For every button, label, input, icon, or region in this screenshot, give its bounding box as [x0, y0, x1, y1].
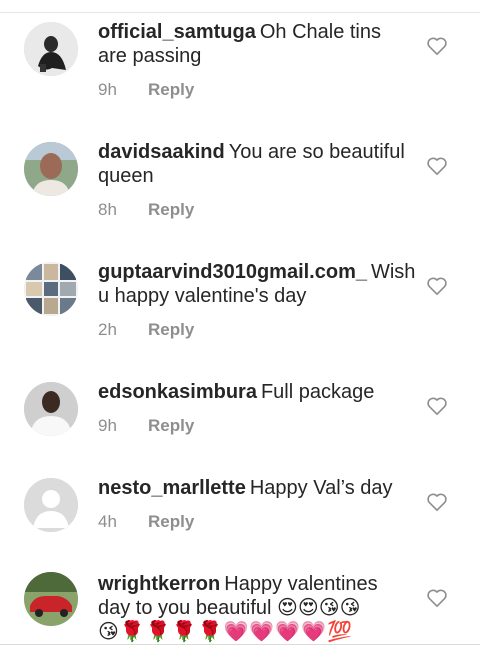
comment-text: nesto_marllette Happy Val’s day: [98, 476, 408, 500]
reply-button[interactable]: Reply: [148, 80, 194, 99]
comment-text: wrightkerron Happy valentines day to you …: [98, 572, 398, 644]
username[interactable]: nesto_marllette: [98, 477, 246, 499]
comment-text: guptaarvind3010gmail.com_ Wish u happy va…: [98, 260, 415, 308]
timestamp: 4h: [98, 512, 117, 531]
top-divider: [0, 0, 480, 13]
timestamp: 8h: [98, 200, 117, 219]
reply-button[interactable]: Reply: [148, 320, 194, 339]
reply-button[interactable]: Reply: [148, 512, 194, 531]
comment-body: Happy Val’s day: [249, 477, 393, 499]
username[interactable]: edsonkasimbura: [98, 381, 257, 403]
username[interactable]: official_samtuga: [98, 21, 256, 43]
heart-outline-icon[interactable]: [426, 36, 448, 56]
timestamp: 9h: [98, 80, 117, 99]
username[interactable]: wrightkerron: [98, 573, 220, 595]
username[interactable]: davidsaakind: [98, 141, 225, 163]
timestamp: 2h: [98, 320, 117, 339]
comment-body: Full package: [260, 381, 375, 403]
timestamp: 9h: [98, 416, 117, 435]
reply-button[interactable]: Reply: [148, 200, 194, 219]
avatar[interactable]: [24, 22, 78, 76]
bottom-divider: [0, 644, 480, 657]
heart-outline-icon[interactable]: [426, 492, 448, 512]
avatar[interactable]: [24, 478, 78, 532]
comment-text: edsonkasimbura Full package: [98, 380, 408, 404]
comment-text: official_samtuga Oh Chale tins are passin…: [98, 20, 408, 68]
comment-meta: 9h Reply: [98, 80, 194, 100]
comment-emoji-line: 😘🌹🌹🌹🌹💗💗💗💗💯: [98, 621, 353, 643]
comment-meta: 8h Reply: [98, 200, 194, 220]
comment-meta: 4h Reply: [98, 512, 194, 532]
reply-button[interactable]: Reply: [148, 416, 194, 435]
comment-text: davidsaakind You are so beautiful queen: [98, 140, 408, 188]
comment-meta: 9h Reply: [98, 416, 194, 436]
avatar[interactable]: [24, 262, 78, 316]
avatar[interactable]: [24, 142, 78, 196]
heart-outline-icon[interactable]: [426, 396, 448, 416]
username[interactable]: guptaarvind3010gmail.com_: [98, 261, 367, 283]
avatar[interactable]: [24, 572, 78, 626]
comment-meta: 2h Reply: [98, 320, 194, 340]
heart-outline-icon[interactable]: [426, 588, 448, 608]
heart-outline-icon[interactable]: [426, 276, 448, 296]
heart-outline-icon[interactable]: [426, 156, 448, 176]
avatar[interactable]: [24, 382, 78, 436]
